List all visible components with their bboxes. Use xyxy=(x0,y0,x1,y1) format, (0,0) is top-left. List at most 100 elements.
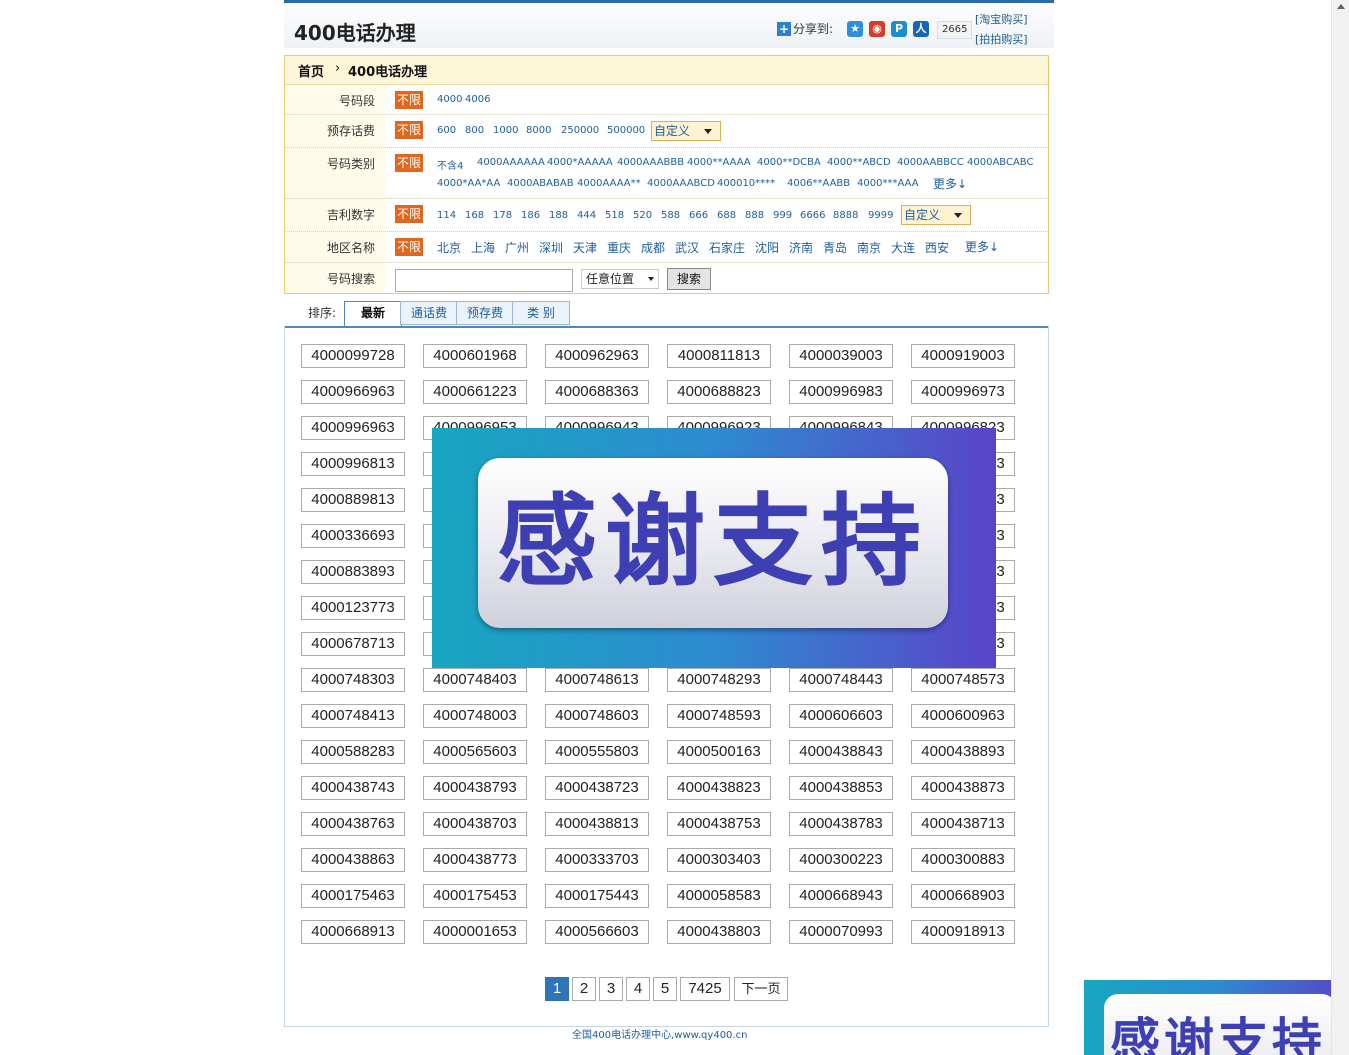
phone-number-item[interactable]: 4000438753 xyxy=(667,812,771,836)
phone-number-item[interactable]: 4000070993 xyxy=(789,920,893,944)
type-option[interactable]: 4000*AAAAA xyxy=(547,157,613,168)
phone-number-item[interactable]: 4000123773 xyxy=(301,596,405,620)
phone-number-item[interactable]: 4000748003 xyxy=(423,704,527,728)
phone-number-item[interactable]: 4000748413 xyxy=(301,704,405,728)
phone-number-item[interactable]: 4000600963 xyxy=(911,704,1015,728)
phone-number-item[interactable]: 4000438703 xyxy=(423,812,527,836)
phone-number-item[interactable]: 4000555803 xyxy=(545,740,649,764)
type-option[interactable]: 4000AAAAAA xyxy=(477,157,545,168)
lucky-option[interactable]: 9999 xyxy=(868,210,893,221)
page-button[interactable]: 5 xyxy=(653,977,677,1001)
type-option[interactable]: 4000ABABAB xyxy=(507,178,574,189)
phone-number-item[interactable]: 4000333703 xyxy=(545,848,649,872)
phone-number-item[interactable]: 4000438783 xyxy=(789,812,893,836)
phone-number-item[interactable]: 4000438743 xyxy=(301,776,405,800)
type-option[interactable]: 400010**** xyxy=(717,178,775,189)
phone-number-item[interactable]: 4000748573 xyxy=(911,668,1015,692)
phone-number-item[interactable]: 4000438803 xyxy=(667,920,771,944)
scroll-up-arrow-icon[interactable] xyxy=(1337,4,1345,9)
phone-number-item[interactable]: 4000175443 xyxy=(545,884,649,908)
lucky-option[interactable]: 186 xyxy=(521,210,540,221)
vertical-scrollbar[interactable] xyxy=(1331,0,1349,1055)
prepaid-option[interactable]: 600 xyxy=(437,125,456,136)
breadcrumb-home[interactable]: 首页 xyxy=(298,61,324,80)
phone-number-item[interactable]: 4000748443 xyxy=(789,668,893,692)
type-option[interactable]: 不含4 xyxy=(437,157,463,172)
prepaid-option[interactable]: 1000 xyxy=(493,125,518,136)
phone-number-item[interactable]: 4000889813 xyxy=(301,488,405,512)
phone-number-item[interactable]: 4000748403 xyxy=(423,668,527,692)
type-option[interactable]: 4000*AA*AA xyxy=(437,178,500,189)
phone-number-item[interactable]: 4000966963 xyxy=(301,380,405,404)
phone-number-item[interactable]: 4000500163 xyxy=(667,740,771,764)
phone-number-item[interactable]: 4000668903 xyxy=(911,884,1015,908)
page-button[interactable]: 4 xyxy=(626,977,650,1001)
type-option[interactable]: 4000**AAAA xyxy=(687,157,751,168)
pengyou-icon[interactable]: P xyxy=(891,21,907,37)
lucky-option[interactable]: 8888 xyxy=(833,210,858,221)
phone-number-item[interactable]: 4000918913 xyxy=(911,920,1015,944)
page-button[interactable]: 1 xyxy=(545,977,569,1001)
type-option[interactable]: 4000***AAA xyxy=(857,178,919,189)
type-option[interactable]: 4006**AABB xyxy=(787,178,850,189)
phone-number-item[interactable]: 4000300223 xyxy=(789,848,893,872)
region-option[interactable]: 广州 xyxy=(505,239,529,256)
tab-category[interactable]: 类 别 xyxy=(512,301,570,325)
region-option[interactable]: 沈阳 xyxy=(755,239,779,256)
type-more-link[interactable]: 更多↓ xyxy=(933,175,967,192)
region-option[interactable]: 上海 xyxy=(471,239,495,256)
phone-number-item[interactable]: 4000565603 xyxy=(423,740,527,764)
phone-number-item[interactable]: 4000678713 xyxy=(301,632,405,656)
segment-option[interactable]: 4000 xyxy=(437,94,462,105)
phone-number-item[interactable]: 4000748603 xyxy=(545,704,649,728)
phone-number-item[interactable]: 4000438773 xyxy=(423,848,527,872)
phone-number-item[interactable]: 4000688363 xyxy=(545,380,649,404)
lucky-custom-dropdown[interactable]: 自定义 xyxy=(901,205,971,225)
region-unlimited-button[interactable]: 不限 xyxy=(395,238,423,256)
region-option[interactable]: 北京 xyxy=(437,239,461,256)
lucky-option[interactable]: 588 xyxy=(661,210,680,221)
page-button[interactable]: 3 xyxy=(599,977,623,1001)
type-option[interactable]: 4000AAAA** xyxy=(577,178,641,189)
phone-number-item[interactable]: 4000883893 xyxy=(301,560,405,584)
phone-number-item[interactable]: 4000962963 xyxy=(545,344,649,368)
phone-number-item[interactable]: 4000001653 xyxy=(423,920,527,944)
phone-number-item[interactable]: 4000996813 xyxy=(301,452,405,476)
phone-number-item[interactable]: 4000601968 xyxy=(423,344,527,368)
phone-number-item[interactable]: 4000688823 xyxy=(667,380,771,404)
prepaid-option[interactable]: 250000 xyxy=(561,125,599,136)
phone-number-item[interactable]: 4000438863 xyxy=(301,848,405,872)
lucky-option[interactable]: 518 xyxy=(605,210,624,221)
region-option[interactable]: 南京 xyxy=(857,239,881,256)
phone-number-item[interactable]: 4000748303 xyxy=(301,668,405,692)
region-option[interactable]: 武汉 xyxy=(675,239,699,256)
lucky-option[interactable]: 444 xyxy=(577,210,596,221)
type-option[interactable]: 4000**ABCD xyxy=(827,157,891,168)
region-option[interactable]: 成都 xyxy=(641,239,665,256)
phone-number-item[interactable]: 4000099728 xyxy=(301,344,405,368)
tab-prepaid-fee[interactable]: 预存费 xyxy=(456,301,514,325)
phone-number-item[interactable]: 4000438853 xyxy=(789,776,893,800)
phone-number-item[interactable]: 4000996983 xyxy=(789,380,893,404)
prepaid-option[interactable]: 800 xyxy=(465,125,484,136)
lucky-option[interactable]: 114 xyxy=(437,210,456,221)
lucky-option[interactable]: 888 xyxy=(745,210,764,221)
weibo-icon[interactable]: ◉ xyxy=(869,21,885,37)
type-option[interactable]: 4000AAABCD xyxy=(647,178,715,189)
segment-unlimited-button[interactable]: 不限 xyxy=(395,91,423,109)
taobao-buy-link[interactable]: [淘宝购买] xyxy=(975,11,1028,27)
lucky-option[interactable]: 520 xyxy=(633,210,652,221)
phone-number-item[interactable]: 4000175453 xyxy=(423,884,527,908)
phone-number-item[interactable]: 4000606603 xyxy=(789,704,893,728)
phone-number-item[interactable]: 4000303403 xyxy=(667,848,771,872)
region-option[interactable]: 青岛 xyxy=(823,239,847,256)
phone-number-item[interactable]: 4000438793 xyxy=(423,776,527,800)
lucky-option[interactable]: 168 xyxy=(465,210,484,221)
phone-number-item[interactable]: 4000438713 xyxy=(911,812,1015,836)
lucky-option[interactable]: 6666 xyxy=(800,210,825,221)
phone-number-item[interactable]: 4000438763 xyxy=(301,812,405,836)
phone-number-item[interactable]: 4000438873 xyxy=(911,776,1015,800)
lucky-option[interactable]: 178 xyxy=(493,210,512,221)
prepaid-option[interactable]: 8000 xyxy=(526,125,551,136)
number-search-input[interactable] xyxy=(395,269,573,292)
